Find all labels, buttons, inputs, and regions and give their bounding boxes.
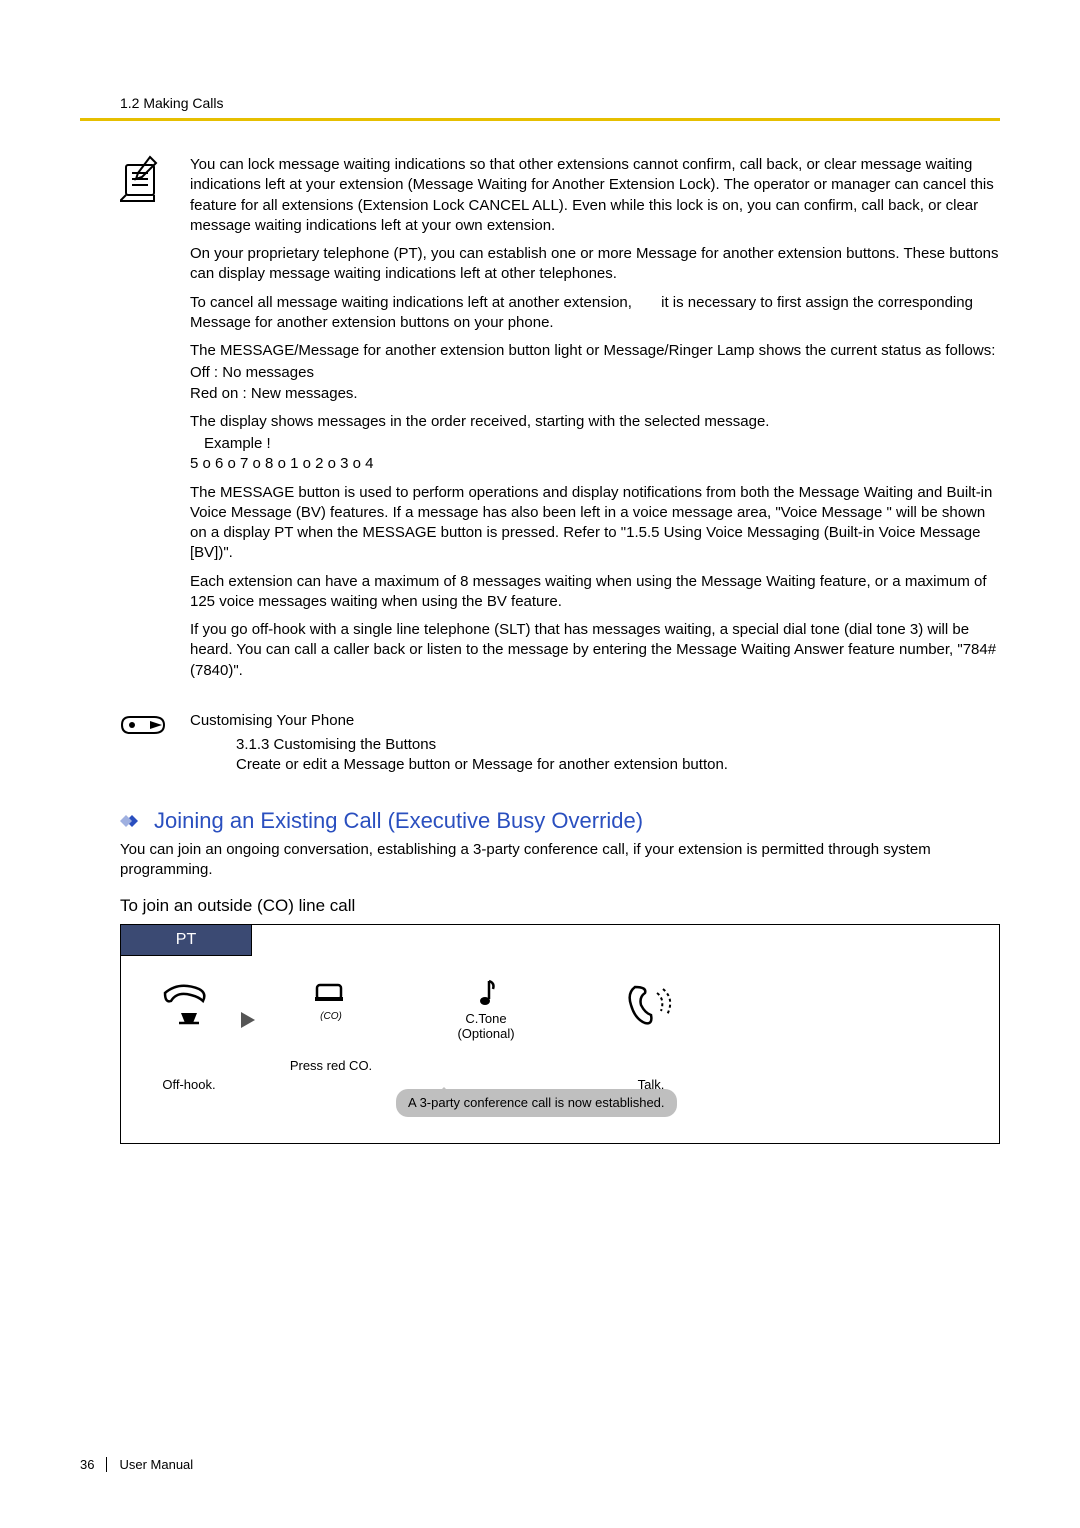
customise-line2: Create or edit a Message button or Messa… [236, 755, 1000, 775]
subheading: To join an outside (CO) line call [120, 896, 1000, 916]
pt-tab: PT [121, 925, 252, 956]
step-talk: Talk. [601, 983, 701, 1092]
note-p3a: To cancel all message waiting indication… [190, 294, 632, 311]
note-p8: If you go off-hook with a single line te… [190, 620, 1000, 681]
step1-label: Off-hook. [139, 1077, 239, 1092]
customise-block: Customising Your Phone 3.1.3 Customising… [120, 711, 1000, 776]
arrow-right-icon [239, 1010, 257, 1030]
note-p4: The MESSAGE/Message for another extensio… [190, 341, 1000, 361]
handset-offhook-icon [139, 983, 239, 1027]
music-note-icon [421, 977, 551, 1009]
customise-heading: Customising Your Phone [190, 712, 354, 729]
header-rule [80, 118, 1000, 121]
step-press-co: (CO) Press red CO. [271, 983, 391, 1073]
note-p7: Each extension can have a maximum of 8 m… [190, 572, 1000, 613]
customise-body: Customising Your Phone 3.1.3 Customising… [190, 711, 1000, 776]
note-p2: On your proprietary telephone (PT), you … [190, 244, 1000, 285]
footer-label: User Manual [119, 1457, 193, 1472]
header: 1.2 Making Calls [120, 95, 1000, 113]
page-number: 36 [80, 1457, 107, 1472]
note-p4b: Red on : New messages. [190, 384, 1000, 404]
ctone-label-2: (Optional) [421, 1026, 551, 1041]
section-title: Joining an Existing Call (Executive Busy… [154, 808, 643, 834]
note-p6: The MESSAGE button is used to perform op… [190, 483, 1000, 564]
step-ctone: C.Tone (Optional) [421, 977, 551, 1041]
customise-line1: 3.1.3 Customising the Buttons [236, 735, 1000, 755]
co-small-label: (CO) [271, 1011, 391, 1022]
note-p5a: Example ! [204, 434, 1000, 454]
note-p5: The display shows messages in the order … [190, 412, 1000, 432]
step-offhook: Off-hook. [139, 983, 239, 1092]
callout-bubble: A 3-party conference call is now establi… [396, 1089, 677, 1117]
pointing-hand-icon [120, 711, 190, 739]
icon-column [120, 155, 190, 203]
note-p4a: Off : No messages [190, 363, 1000, 383]
section-title-row: Joining an Existing Call (Executive Busy… [120, 808, 1000, 834]
note-body: You can lock message waiting indications… [190, 155, 1000, 689]
step2-label: Press red CO. [271, 1058, 391, 1073]
page: 1.2 Making Calls You can lock me [0, 0, 1080, 1528]
breadcrumb: 1.2 Making Calls [120, 95, 224, 111]
section-description: You can join an ongoing conversation, es… [120, 840, 1000, 881]
handset-talk-icon [601, 983, 701, 1027]
note-block: You can lock message waiting indications… [120, 155, 1000, 689]
step4-label: Talk. [601, 1077, 701, 1092]
co-button-icon [271, 983, 391, 1013]
icon-column-2 [120, 711, 190, 739]
note-p5b: 5 o 6 o 7 o 8 o 1 o 2 o 3 o 4 [190, 454, 1000, 474]
footer: 36 User Manual [80, 1457, 193, 1472]
note-p3: To cancel all message waiting indication… [190, 293, 1000, 334]
diamond-bullet-icon [120, 812, 146, 830]
ctone-label-1: C.Tone [421, 1011, 551, 1026]
procedure-diagram: PT Off-hook. [120, 924, 1000, 1144]
notepad-icon [120, 155, 190, 203]
note-p1: You can lock message waiting indications… [190, 155, 1000, 236]
content: You can lock message waiting indications… [120, 155, 1000, 1144]
